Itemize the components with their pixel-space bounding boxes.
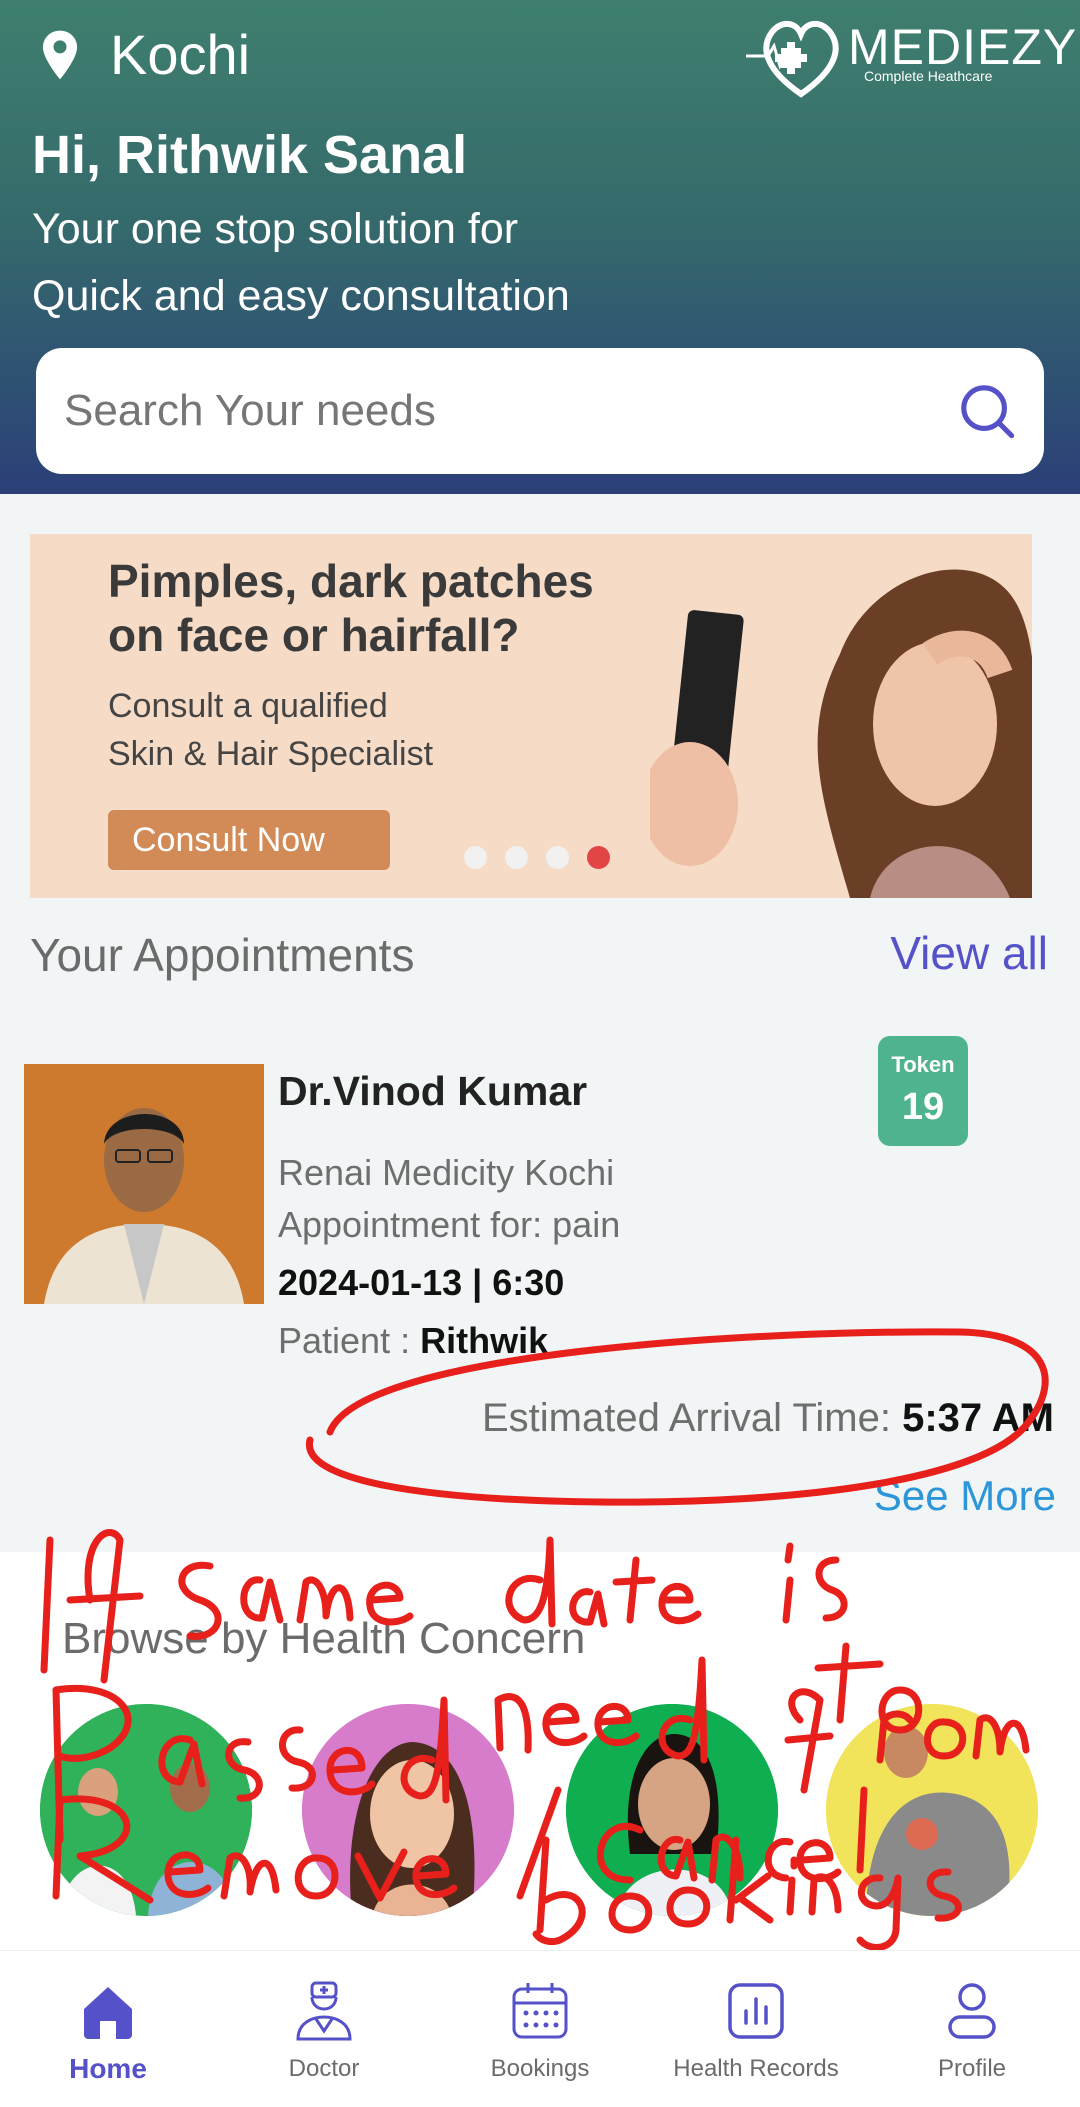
nav-home-label: Home bbox=[69, 2053, 147, 2084]
concern-blood-pressure[interactable] bbox=[40, 1704, 252, 1916]
token-label: Token bbox=[891, 1052, 955, 1077]
location-pin-icon bbox=[42, 30, 78, 79]
banner-title-line-2: on face or hairfall? bbox=[108, 609, 520, 661]
greeting: Hi, Rithwik Sanal bbox=[32, 125, 468, 185]
profile-icon bbox=[948, 1983, 996, 2039]
hospital-name: Renai Medicity Kochi bbox=[278, 1152, 615, 1193]
token-badge: Token 19 bbox=[878, 1036, 968, 1146]
carousel-dot[interactable] bbox=[505, 846, 528, 869]
health-concern-heading: Browse by Health Concern bbox=[62, 1614, 586, 1663]
appointment-datetime: 2024-01-13 | 6:30 bbox=[278, 1262, 565, 1303]
nav-bookings[interactable]: Bookings bbox=[432, 1951, 648, 2107]
carousel-dot-active[interactable] bbox=[587, 846, 610, 869]
search-bar[interactable] bbox=[36, 348, 1044, 474]
nav-profile-label: Profile bbox=[937, 2055, 1007, 2082]
woman-with-comb-photo bbox=[650, 534, 1032, 898]
nav-home[interactable]: Home bbox=[0, 1951, 216, 2107]
doctor-name: Dr.Vinod Kumar bbox=[278, 1068, 588, 1114]
header: Kochi MEDIEZY Complete Heathcare Hi, Rit… bbox=[0, 0, 1080, 494]
patient-name: Rithwik bbox=[420, 1320, 549, 1361]
nav-bookings-label: Bookings bbox=[490, 2055, 590, 2082]
estimated-arrival: Estimated Arrival Time: 5:37 AM bbox=[482, 1396, 1054, 1441]
banner-subtitle-line-1: Consult a qualified bbox=[108, 687, 388, 725]
appointment-reason: Appointment for: pain bbox=[278, 1204, 621, 1245]
consult-now-button[interactable]: Consult Now bbox=[108, 810, 390, 870]
see-more-link[interactable]: See More bbox=[874, 1472, 1056, 1520]
banner-title: Pimples, dark patches on face or hairfal… bbox=[108, 554, 594, 662]
banner-subtitle-line-2: Skin & Hair Specialist bbox=[108, 735, 434, 773]
carousel-dot[interactable] bbox=[464, 846, 487, 869]
search-input[interactable] bbox=[64, 386, 958, 436]
concern-stomach-pain[interactable] bbox=[826, 1704, 1038, 1916]
location-selector[interactable]: Kochi bbox=[40, 22, 250, 87]
nav-doctor[interactable]: Doctor bbox=[216, 1951, 432, 2107]
home-icon bbox=[84, 1987, 132, 2039]
eta-value: 5:37 AM bbox=[902, 1396, 1054, 1440]
mediezy-logo: MEDIEZY Complete Heathcare bbox=[746, 8, 1076, 100]
token-number: 19 bbox=[901, 1086, 945, 1128]
doctor-avatar bbox=[24, 1064, 264, 1304]
logo-subtitle: Complete Heathcare bbox=[864, 68, 993, 84]
carousel-dot[interactable] bbox=[546, 846, 569, 869]
view-all-link[interactable]: View all bbox=[890, 926, 1048, 980]
location-label: Kochi bbox=[110, 23, 251, 86]
heart-cross-icon bbox=[746, 21, 839, 98]
nav-health-records-label: Health Records bbox=[673, 2055, 839, 2082]
promo-banner[interactable]: Pimples, dark patches on face or hairfal… bbox=[30, 534, 1032, 898]
bottom-navigation: Home Doctor Bookings Health Records Prof… bbox=[0, 1950, 1080, 2107]
doctor-icon bbox=[296, 1981, 352, 2041]
tagline-line-2: Quick and easy consultation bbox=[32, 272, 570, 320]
banner-title-line-1: Pimples, dark patches bbox=[108, 555, 594, 607]
search-icon[interactable] bbox=[958, 382, 1016, 440]
carousel-dots bbox=[464, 846, 610, 869]
concern-hair-care[interactable] bbox=[302, 1704, 514, 1916]
nav-health-records[interactable]: Health Records bbox=[648, 1951, 864, 2107]
tagline-line-1: Your one stop solution for bbox=[32, 205, 519, 253]
eta-label: Estimated Arrival Time: bbox=[481, 1396, 903, 1440]
nav-doctor-label: Doctor bbox=[288, 2055, 360, 2082]
appointments-heading: Your Appointments bbox=[30, 929, 415, 981]
chart-icon bbox=[728, 1983, 784, 2039]
nav-profile[interactable]: Profile bbox=[864, 1951, 1080, 2107]
concern-cough-cold[interactable] bbox=[566, 1704, 778, 1916]
calendar-icon bbox=[512, 1983, 568, 2039]
patient-label: Patient : bbox=[278, 1320, 421, 1361]
patient-info: Patient : Rithwik bbox=[278, 1320, 548, 1362]
banner-subtitle: Consult a qualified Skin & Hair Speciali… bbox=[108, 682, 433, 778]
